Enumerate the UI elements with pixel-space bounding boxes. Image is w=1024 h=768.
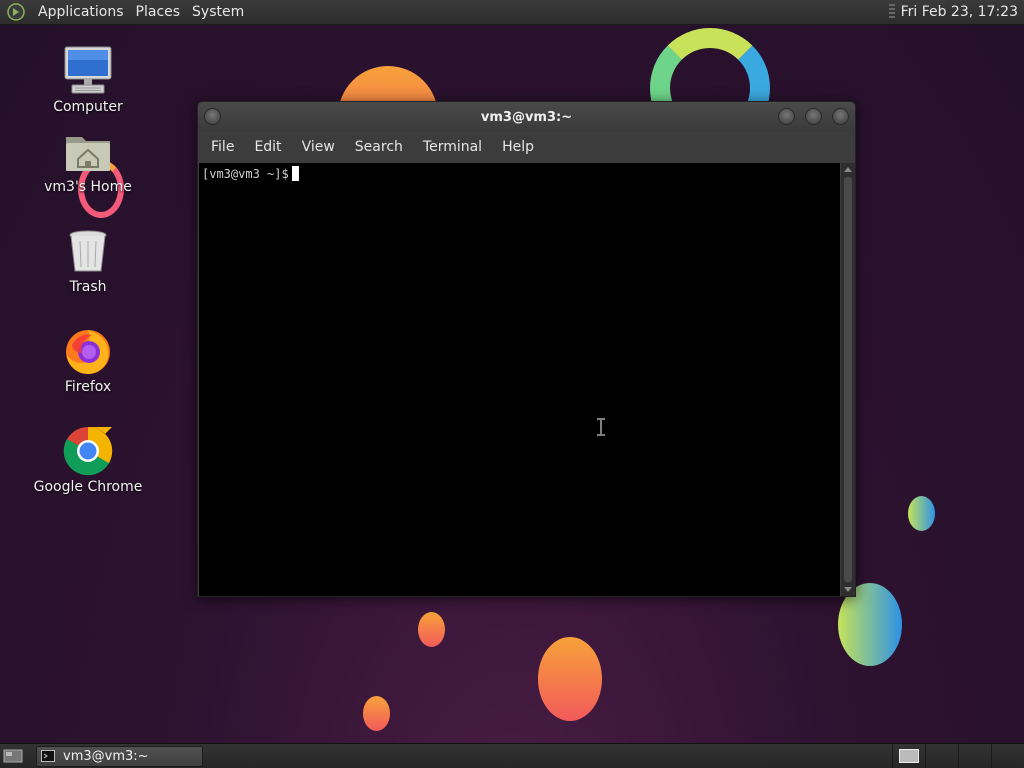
desktop-icon-label: vm3's Home (44, 179, 132, 195)
terminal-icon (41, 750, 55, 762)
menu-file[interactable]: File (201, 139, 244, 155)
chrome-icon (62, 425, 114, 477)
scroll-thumb[interactable] (844, 177, 852, 582)
applications-menu[interactable]: Applications (32, 4, 130, 20)
desktop-icon-label: Firefox (64, 379, 112, 395)
distro-logo-icon[interactable] (5, 1, 27, 23)
menu-help[interactable]: Help (492, 139, 544, 155)
desktop-icon-label: Trash (69, 279, 107, 295)
home-folder-icon (62, 125, 114, 177)
clock[interactable]: Fri Feb 23, 17:23 (901, 4, 1018, 20)
computer-icon (62, 45, 114, 97)
taskbar-item-label: vm3@vm3:~ (63, 748, 149, 764)
show-desktop-icon[interactable] (2, 747, 24, 765)
desktop-icon-firefox[interactable]: Firefox (33, 325, 143, 395)
text-cursor (291, 166, 299, 181)
window-menu-icon[interactable] (204, 108, 221, 125)
desktop-icon-label: Computer (53, 99, 123, 115)
menu-search[interactable]: Search (345, 139, 413, 155)
maximize-icon[interactable] (805, 108, 822, 125)
scroll-down-arrow-icon[interactable] (844, 587, 852, 592)
menu-terminal[interactable]: Terminal (413, 139, 492, 155)
system-menu[interactable]: System (186, 4, 250, 20)
window-title: vm3@vm3:~ (480, 109, 573, 125)
shell-prompt: [vm3@vm3 ~]$ (202, 167, 289, 181)
places-menu[interactable]: Places (130, 4, 187, 20)
terminal-window[interactable]: vm3@vm3:~ File Edit View Search Terminal… (197, 101, 856, 597)
terminal-output-area[interactable]: [vm3@vm3 ~]$ (199, 163, 840, 596)
scroll-up-arrow-icon[interactable] (844, 167, 852, 172)
ibeam-cursor-icon (596, 418, 606, 436)
desktop-icon-label: Google Chrome (33, 479, 143, 495)
minimize-icon[interactable] (778, 108, 795, 125)
desktop-icon-trash[interactable]: Trash (33, 225, 143, 295)
workspace-3[interactable] (958, 744, 991, 768)
workspace-1[interactable] (892, 744, 925, 768)
panel-grip[interactable] (888, 4, 895, 20)
menu-view[interactable]: View (292, 139, 345, 155)
terminal-menubar: File Edit View Search Terminal Help (198, 132, 855, 162)
desktop-icon-computer[interactable]: Computer (33, 45, 143, 115)
firefox-icon (62, 325, 114, 377)
trash-icon (62, 225, 114, 277)
workspace-switcher (892, 744, 1024, 768)
terminal-scrollbar[interactable] (841, 163, 855, 596)
workspace-4[interactable] (991, 744, 1024, 768)
desktop-icon-home[interactable]: vm3's Home (33, 125, 143, 195)
workspace-2[interactable] (925, 744, 958, 768)
menu-edit[interactable]: Edit (244, 139, 291, 155)
taskbar-item-terminal[interactable]: vm3@vm3:~ (36, 745, 203, 767)
top-panel: Applications Places System Fri Feb 23, 1… (0, 0, 1024, 25)
desktop-icon-chrome[interactable]: Google Chrome (33, 425, 143, 495)
close-icon[interactable] (832, 108, 849, 125)
window-titlebar[interactable]: vm3@vm3:~ (198, 102, 855, 132)
bottom-panel: vm3@vm3:~ (0, 743, 1024, 768)
